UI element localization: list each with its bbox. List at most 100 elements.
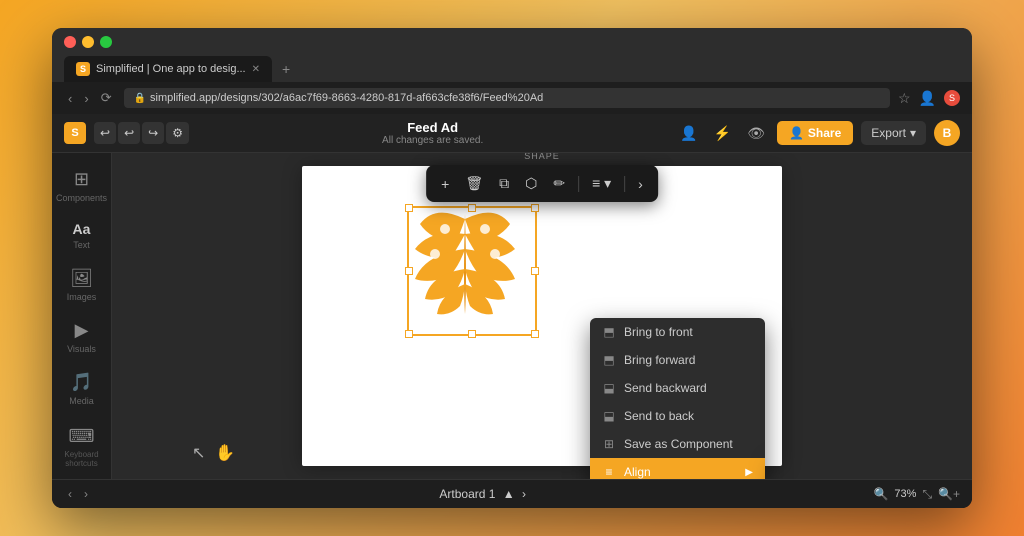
traffic-lights — [64, 36, 960, 48]
delete-element-button[interactable]: 🗑 — [460, 171, 488, 196]
user-initial: B — [943, 126, 952, 140]
bring-to-front-icon: ⬒ — [602, 325, 616, 339]
white-canvas[interactable]: ⬒ Bring to front ⬒ Bring forward ⬓ Send … — [302, 166, 782, 466]
export-arrow-icon: ▾ — [910, 126, 916, 140]
sidebar-label-text: Text — [73, 240, 90, 250]
tab-close-icon[interactable]: ✕ — [252, 64, 260, 75]
context-menu-bring-to-front[interactable]: ⬒ Bring to front — [590, 318, 765, 346]
main-area: ⊞ Components Aa Text 🖼 Images ▶ Visuals … — [52, 153, 972, 479]
nav-buttons: ‹ › ⟳ — [64, 88, 116, 108]
sidebar-label-images: Images — [67, 292, 97, 302]
sidebar-label-components: Components — [56, 193, 107, 203]
sidebar-item-visuals[interactable]: ▶ Visuals — [56, 312, 108, 362]
address-bar: ‹ › ⟳ 🔒 simplified.app/designs/302/a6ac7… — [52, 82, 972, 114]
context-menu-save-component[interactable]: ⊞ Save as Component — [590, 430, 765, 458]
bring-to-front-label: Bring to front — [624, 325, 693, 339]
extension-icon[interactable]: S — [944, 90, 960, 106]
artboard-name: Artboard 1 ▲ › — [100, 487, 865, 501]
toolbar-right: 👤 ⚡ 👁 👤 Share Export ▾ B — [676, 120, 960, 146]
artboard-name-text: Artboard 1 — [439, 487, 495, 501]
browser-actions: ☆ 👤 S — [898, 90, 960, 107]
context-menu-bring-forward[interactable]: ⬒ Bring forward — [590, 346, 765, 374]
app-content: S ↩ ↩ ↪ ⚙ Feed Ad All changes are saved.… — [52, 114, 972, 508]
traffic-light-yellow[interactable] — [82, 36, 94, 48]
sidebar-item-components[interactable]: ⊞ Components — [56, 161, 108, 211]
project-subtitle: All changes are saved. — [382, 135, 483, 146]
tab-add-button[interactable]: + — [276, 57, 296, 81]
save-component-icon: ⊞ — [602, 437, 616, 451]
context-menu: ⬒ Bring to front ⬒ Bring forward ⬓ Send … — [590, 318, 765, 479]
artboard-nav: ‹ › — [64, 485, 92, 503]
back-button[interactable]: ↩ — [94, 122, 116, 144]
keyboard-icon: ⌨ — [69, 426, 95, 447]
left-sidebar: ⊞ Components Aa Text 🖼 Images ▶ Visuals … — [52, 153, 112, 479]
undo-button[interactable]: ↩ — [118, 122, 140, 144]
context-menu-align[interactable]: ≡ Align ▶ ⬒ Top — [590, 458, 765, 479]
logo-letter: S — [71, 127, 78, 139]
next-artboard-button[interactable]: › — [80, 485, 92, 503]
sidebar-label-visuals: Visuals — [67, 344, 96, 354]
zoom-in-button[interactable]: 🔍+ — [938, 487, 960, 501]
tab-favicon: S — [76, 62, 90, 76]
url-text: simplified.app/designs/302/a6ac7f69-8663… — [150, 92, 543, 104]
prev-artboard-button[interactable]: ‹ — [64, 485, 76, 503]
lightning-icon[interactable]: ⚡ — [710, 123, 735, 144]
layers-button[interactable]: ≡ ▾ — [587, 171, 616, 196]
zoom-out-button[interactable]: 🔍 — [873, 487, 888, 501]
align-label: Align — [624, 465, 651, 479]
export-button[interactable]: Export ▾ — [861, 121, 926, 145]
toolbar-divider — [578, 176, 579, 192]
browser-tab[interactable]: S Simplified | One app to desig... ✕ — [64, 56, 272, 82]
artboard-expand-icon[interactable]: › — [522, 487, 526, 501]
nav-back-button[interactable]: ‹ — [64, 89, 76, 108]
tab-title: Simplified | One app to desig... — [96, 63, 246, 75]
sidebar-item-keyboard[interactable]: ⌨ Keyboardshortcuts — [56, 418, 108, 476]
traffic-light-green[interactable] — [100, 36, 112, 48]
export-label: Export — [871, 126, 906, 140]
zoom-controls: 🔍 73% ⤡ 🔍+ — [873, 487, 960, 502]
tab-bar: S Simplified | One app to desig... ✕ + — [64, 56, 960, 82]
url-field[interactable]: 🔒 simplified.app/designs/302/a6ac7f69-86… — [124, 88, 890, 108]
more-button[interactable]: › — [633, 172, 648, 196]
edit-element-button[interactable]: ✏ — [548, 171, 570, 196]
copy-element-button[interactable]: ⧉ — [494, 171, 514, 196]
share-user-icon: 👤 — [789, 126, 804, 140]
send-to-back-label: Send to back — [624, 409, 694, 423]
toolbar-center: Feed Ad All changes are saved. — [197, 120, 668, 146]
components-icon: ⊞ — [74, 169, 89, 190]
fit-screen-button[interactable]: ⤡ — [922, 487, 932, 502]
sidebar-label-media: Media — [69, 396, 94, 406]
redo-button[interactable]: ↪ — [142, 122, 164, 144]
bookmark-icon[interactable]: ☆ — [898, 90, 911, 107]
traffic-light-red[interactable] — [64, 36, 76, 48]
leaf-svg — [405, 204, 525, 324]
app-logo: S — [64, 122, 86, 144]
bring-forward-label: Bring forward — [624, 353, 695, 367]
project-title: Feed Ad — [407, 120, 458, 135]
images-icon: 🖼 — [70, 268, 93, 289]
toolbar-nav: ↩ ↩ ↪ ⚙ — [94, 122, 189, 144]
shape-toolbar: SHAPE + 🗑 ⧉ ⬡ ✏ ≡ ▾ › — [426, 165, 658, 202]
canvas-area[interactable]: SHAPE + 🗑 ⧉ ⬡ ✏ ≡ ▾ › — [112, 153, 972, 479]
context-menu-send-backward[interactable]: ⬓ Send backward — [590, 374, 765, 402]
bottom-bar: ‹ › Artboard 1 ▲ › 🔍 73% ⤡ 🔍+ — [52, 479, 972, 508]
user-avatar[interactable]: B — [934, 120, 960, 146]
eye-icon[interactable]: 👁 — [743, 123, 769, 144]
cursor-icon: ↖ — [192, 443, 205, 463]
share-button[interactable]: 👤 Share — [777, 121, 853, 145]
nav-forward-button[interactable]: › — [80, 89, 92, 108]
context-menu-send-to-back[interactable]: ⬓ Send to back — [590, 402, 765, 430]
artboard-up-icon[interactable]: ▲ — [503, 487, 515, 501]
zoom-level: 73% — [894, 488, 916, 500]
tool-indicators: ↖ ✋ — [192, 443, 235, 463]
profile-icon[interactable]: 👤 — [919, 90, 936, 107]
sidebar-item-text[interactable]: Aa Text — [56, 213, 108, 258]
link-element-button[interactable]: ⬡ — [520, 171, 542, 196]
leaf-image[interactable] — [405, 204, 533, 332]
sidebar-item-images[interactable]: 🖼 Images — [56, 260, 108, 310]
save-component-label: Save as Component — [624, 437, 733, 451]
nav-refresh-button[interactable]: ⟳ — [97, 88, 116, 108]
add-element-button[interactable]: + — [436, 172, 454, 196]
settings-button[interactable]: ⚙ — [166, 122, 189, 144]
sidebar-item-media[interactable]: 🎵 Media — [56, 364, 108, 414]
